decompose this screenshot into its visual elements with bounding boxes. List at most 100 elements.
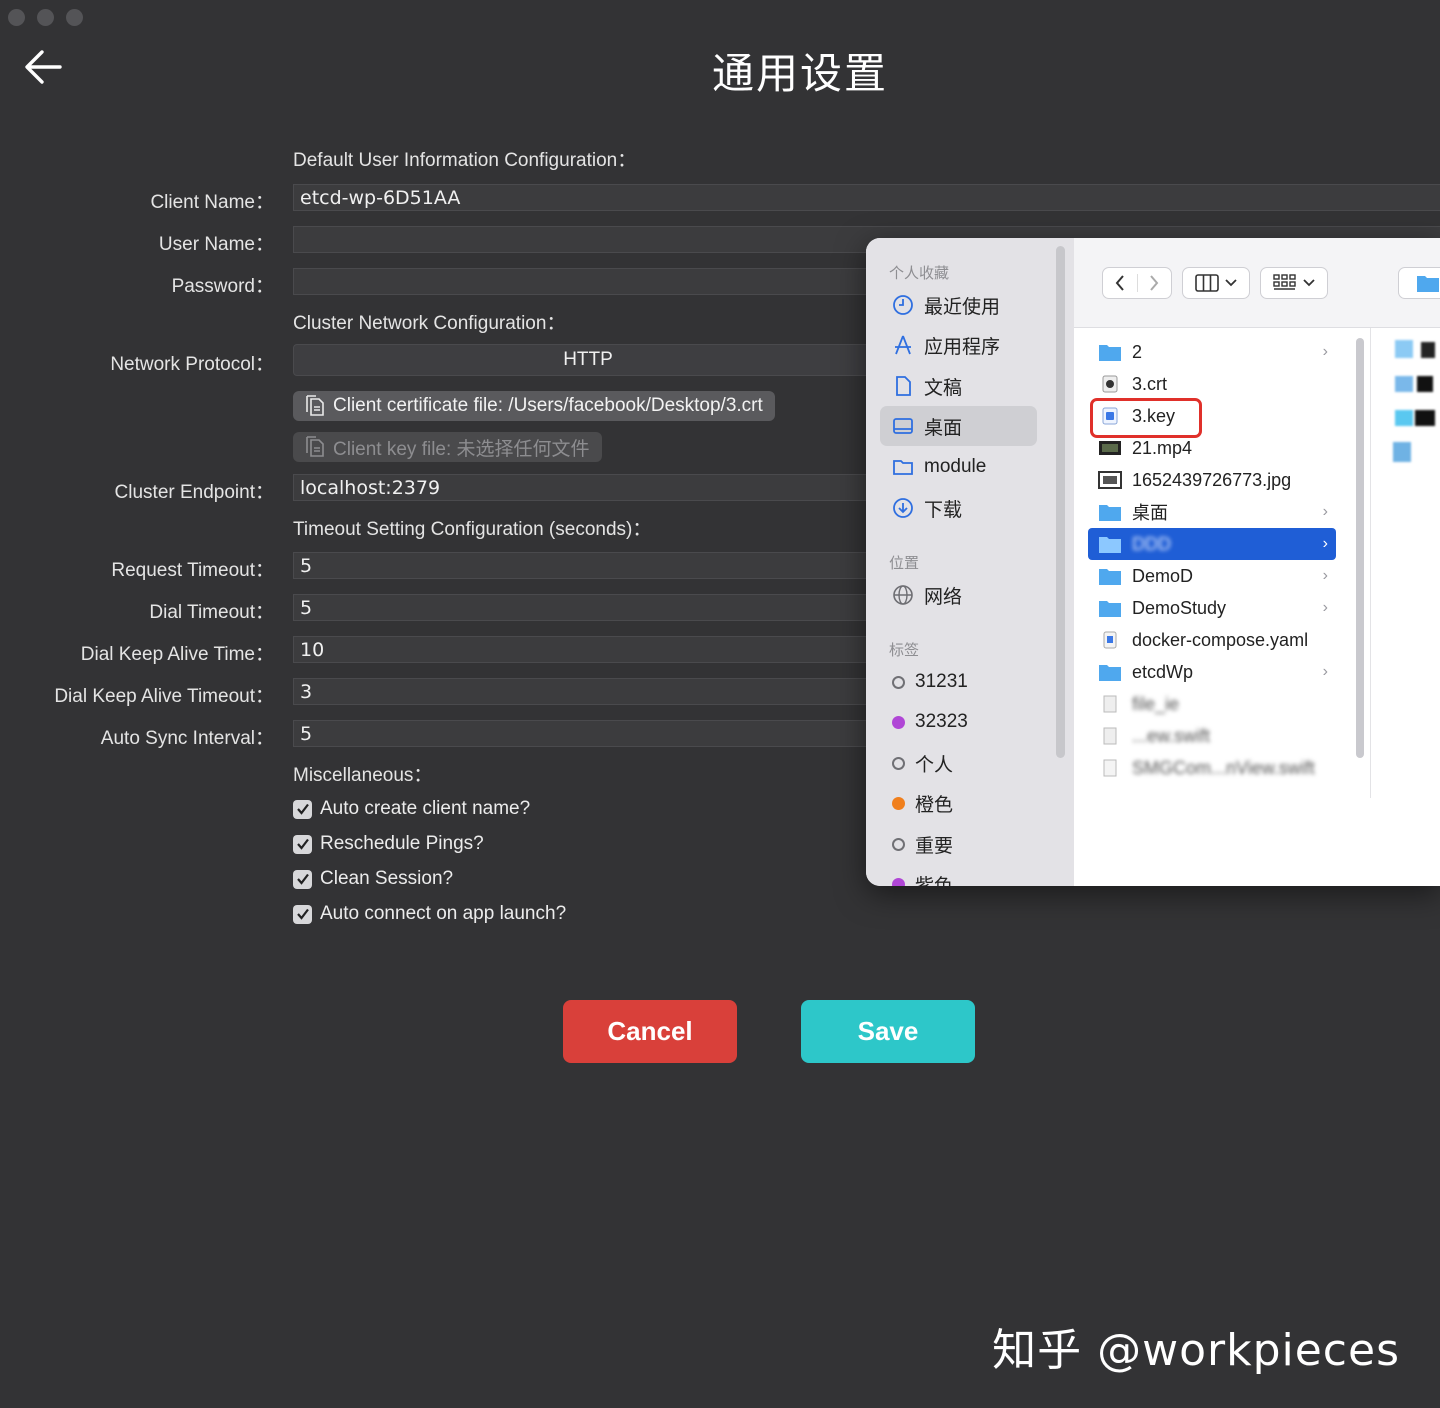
sidebar-tag-orange[interactable]: 橙色 [880, 783, 1037, 823]
tags-header: 标签 [889, 642, 920, 659]
client-key-file-button[interactable]: Client key file: 未选择任何文件 [293, 432, 602, 462]
file-row-21-mp4[interactable]: 21.mp4 [1074, 432, 1350, 464]
minimize-window-button[interactable] [37, 9, 54, 26]
tag-dot-icon [892, 877, 905, 886]
certificate-file-icon [1102, 375, 1118, 393]
file-row-3-crt[interactable]: 3.crt [1074, 368, 1350, 400]
sidebar-scrollbar[interactable] [1056, 246, 1065, 758]
chevron-right-icon: › [1322, 663, 1328, 680]
file-row-demod[interactable]: DemoD › [1074, 560, 1350, 592]
favorites-header: 个人收藏 [889, 265, 950, 282]
sidebar-item-desktop[interactable]: 桌面 [880, 406, 1037, 446]
file-row-blurred-1[interactable]: file_ie [1074, 688, 1350, 720]
client-key-file-label: Client key file: 未选择任何文件 [333, 438, 590, 460]
dial-keep-alive-timeout-label: Dial Keep Alive Timeout： [54, 686, 274, 707]
client-name-input[interactable]: etcd-wp-6D51AA [293, 184, 1440, 211]
sidebar-item-network[interactable]: 网络 [880, 575, 1037, 615]
section-user-info: Default User Information Configuration： [293, 150, 637, 171]
back-nav-button[interactable] [1103, 274, 1137, 292]
close-window-button[interactable] [8, 9, 25, 26]
folder-icon [1417, 276, 1439, 292]
chevron-right-icon [1150, 275, 1159, 291]
folder-icon [1099, 537, 1121, 553]
chevron-left-icon [1115, 275, 1124, 291]
file-row-jpg[interactable]: 1652439726773.jpg [1074, 464, 1350, 496]
sidebar-item-label: 文稿 [924, 377, 963, 399]
file-row-etcdwp[interactable]: etcdWp › [1074, 656, 1350, 688]
document-icon [306, 395, 324, 416]
document-icon [1103, 727, 1117, 745]
sidebar-item-label: 紫色 [915, 875, 954, 887]
key-file-icon [1102, 407, 1118, 425]
clean-session-checkbox[interactable]: Clean Session? [293, 868, 453, 890]
sidebar-item-label: 下载 [924, 499, 963, 521]
file-row-selected-folder[interactable]: DDD › [1088, 528, 1336, 560]
view-mode-button[interactable] [1182, 267, 1250, 299]
sidebar-item-label: 桌面 [924, 417, 963, 439]
forward-nav-button[interactable] [1136, 274, 1171, 292]
location-button[interactable] [1398, 267, 1440, 299]
checkbox-label: Clean Session? [320, 868, 454, 889]
file-name: etcdWp [1132, 661, 1194, 682]
file-name: 2 [1132, 341, 1143, 362]
document-icon [1103, 695, 1117, 713]
sidebar-item-downloads[interactable]: 下载 [880, 488, 1037, 528]
user-name-label: User Name： [158, 234, 274, 255]
checkmark-icon [293, 799, 312, 819]
sidebar-tag-31231[interactable]: 31231 [880, 662, 1037, 702]
client-cert-file-label: Client certificate file: /Users/facebook… [333, 395, 763, 416]
file-name: 3.key [1132, 405, 1176, 426]
folder-icon [1099, 601, 1121, 617]
yaml-file-icon [1103, 631, 1117, 649]
sidebar-tag-important[interactable]: 重要 [880, 824, 1037, 864]
sidebar-tag-32323[interactable]: 32323 [880, 702, 1037, 742]
reschedule-pings-checkbox[interactable]: Reschedule Pings? [293, 833, 484, 855]
window-controls [8, 9, 83, 26]
file-name: 桌面 [1132, 503, 1168, 523]
folder-icon [893, 460, 913, 475]
cancel-button[interactable]: Cancel [563, 1000, 737, 1063]
finder-browser: 2 › 3.crt 3.key 21.mp4 1652439726773.jpg [1074, 238, 1440, 886]
apps-icon [895, 335, 911, 355]
zoom-window-button[interactable] [66, 9, 83, 26]
group-by-button[interactable] [1260, 267, 1328, 299]
network-protocol-select[interactable]: HTTP [293, 344, 883, 376]
client-cert-file-button[interactable]: Client certificate file: /Users/facebook… [293, 391, 775, 421]
document-icon [896, 376, 911, 396]
sidebar-item-recents[interactable]: 最近使用 [880, 285, 1037, 325]
file-row-demostudy[interactable]: DemoStudy › [1074, 592, 1350, 624]
document-icon [306, 436, 324, 457]
client-name-label: Client Name： [150, 192, 274, 213]
save-button[interactable]: Save [801, 1000, 975, 1063]
file-row-2[interactable]: 2 › [1074, 336, 1350, 368]
section-misc: Miscellaneous： [293, 765, 433, 786]
tag-dot-icon [892, 796, 905, 810]
auto-create-client-name-checkbox[interactable]: Auto create client name? [293, 798, 530, 820]
file-list: 2 › 3.crt 3.key 21.mp4 1652439726773.jpg [1074, 336, 1350, 784]
file-row-docker-compose[interactable]: docker-compose.yaml [1074, 624, 1350, 656]
file-list-scrollbar[interactable] [1356, 338, 1364, 758]
auto-connect-checkbox[interactable]: Auto connect on app launch? [293, 903, 566, 925]
file-name: docker-compose.yaml [1132, 629, 1309, 650]
nav-buttons [1102, 267, 1172, 299]
sidebar-item-label: 32323 [915, 711, 968, 732]
sidebar-item-documents[interactable]: 文稿 [880, 366, 1037, 406]
password-label: Password： [171, 276, 274, 297]
file-row-blurred-2[interactable]: ...ew.swift [1074, 720, 1350, 752]
file-row-3-key[interactable]: 3.key [1074, 398, 1350, 438]
chevron-right-icon: › [1322, 503, 1328, 520]
file-row-desktop[interactable]: 桌面 › [1074, 496, 1350, 528]
chevron-right-icon: › [1322, 599, 1328, 616]
sidebar-tag-purple[interactable]: 紫色 [880, 864, 1037, 886]
tag-dot-icon [892, 837, 905, 851]
file-row-blurred-3[interactable]: SMGCom...nView.swift [1074, 752, 1350, 784]
tag-dot-icon [892, 756, 905, 770]
tag-dot-icon [892, 715, 905, 729]
file-name: DDD [1132, 533, 1171, 554]
file-name: DemoD [1132, 565, 1194, 586]
chevron-down-icon [1225, 279, 1237, 287]
sidebar-tag-personal[interactable]: 个人 [880, 743, 1037, 783]
sidebar-item-applications[interactable]: 应用程序 [880, 325, 1037, 365]
sidebar-item-module[interactable]: module [880, 447, 1037, 487]
chevron-down-icon [1303, 279, 1315, 287]
